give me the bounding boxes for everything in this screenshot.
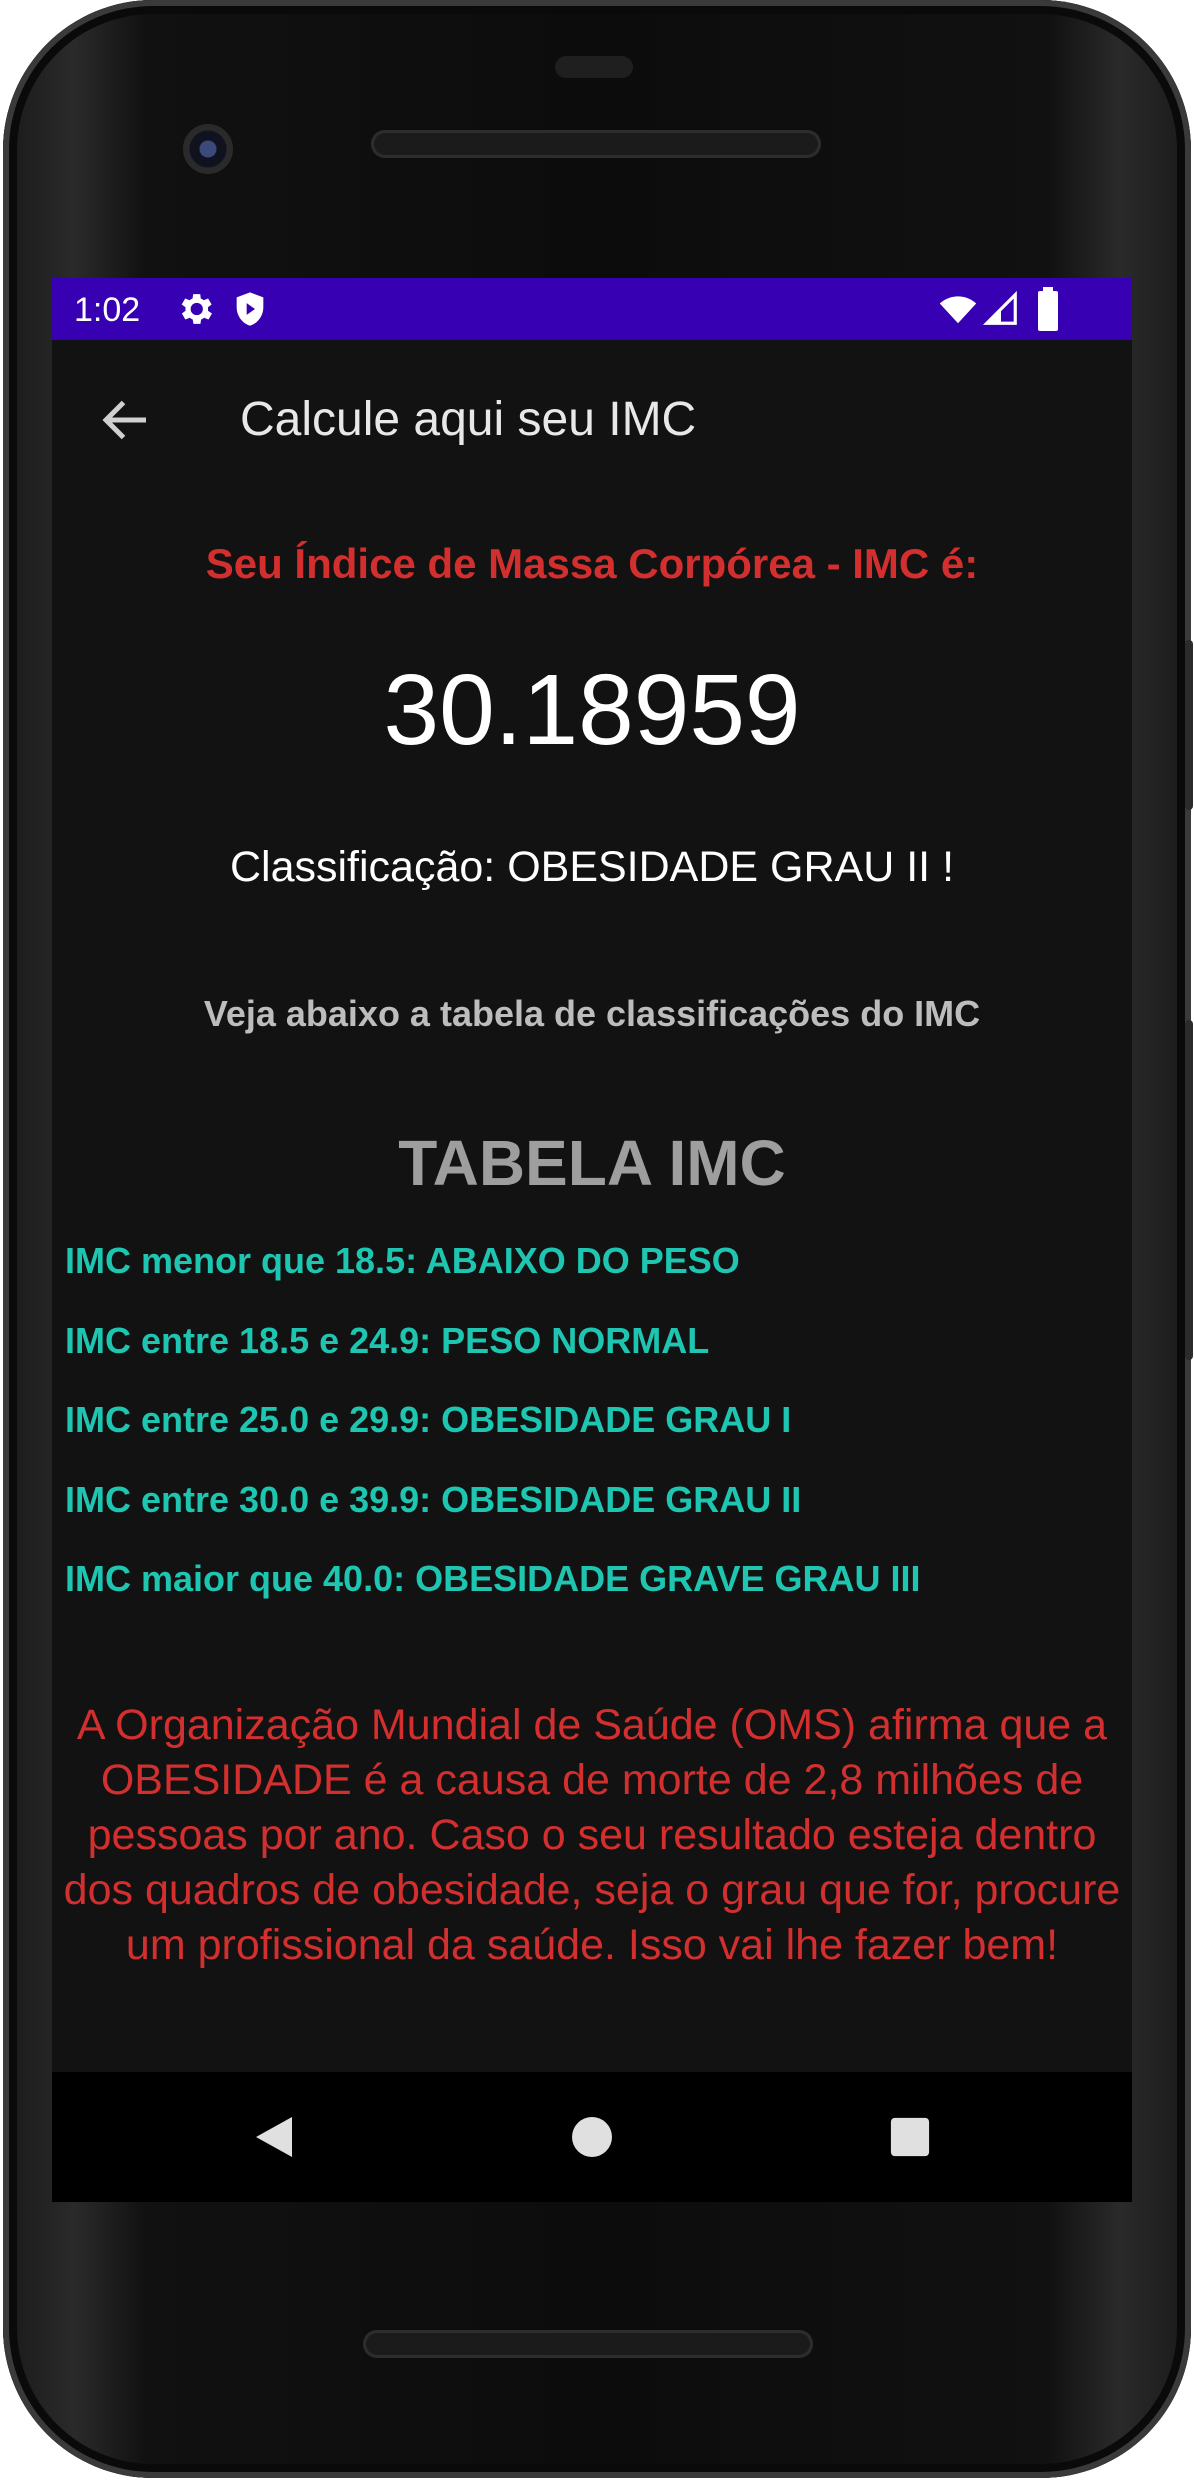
status-time: 1:02 [74, 291, 141, 329]
table-row: IMC menor que 18.5: ABAIXO DO PESO [65, 1240, 740, 1281]
home-circle-icon[interactable] [532, 2072, 652, 2202]
volume-button [1185, 1020, 1193, 1360]
table-row: IMC maior que 40.0: OBESIDADE GRAVE GRAU… [65, 1558, 921, 1599]
table-row: IMC entre 18.5 e 24.9: PESO NORMAL [65, 1320, 710, 1361]
see-below-text: Veja abaixo a tabela de classificações d… [203, 993, 981, 1034]
oms-warning-text: A Organização Mundial de Saúde (OMS) afi… [63, 1701, 1121, 1969]
navigation-bar [52, 2072, 1132, 2202]
shield-icon [230, 288, 270, 335]
front-camera-icon [183, 124, 233, 174]
imc-value: 30.18959 [383, 654, 801, 766]
imc-heading: Seu Índice de Massa Corpórea - IMC é: [205, 540, 979, 587]
app-screen: 1:02 Calcule aqui seu IMC Seu Índice de … [52, 278, 1132, 2072]
back-triangle-icon[interactable] [214, 2072, 334, 2202]
arrow-back-icon[interactable] [96, 390, 156, 450]
battery-icon [1036, 287, 1060, 336]
signal-icon [982, 290, 1020, 333]
top-speaker-grille [371, 130, 821, 158]
classification-text: Classificação: OBESIDADE GRAU II ! [229, 843, 955, 891]
power-button [1185, 640, 1193, 810]
app-bar: Calcule aqui seu IMC [52, 340, 1132, 490]
table-row: IMC entre 25.0 e 29.9: OBESIDADE GRAU I [65, 1399, 792, 1440]
earpiece [555, 56, 633, 78]
bottom-speaker-grille [363, 2330, 813, 2358]
recents-square-icon[interactable] [850, 2072, 970, 2202]
app-title: Calcule aqui seu IMC [240, 393, 697, 446]
settings-icon [174, 288, 216, 335]
table-title: TABELA IMC [398, 1127, 786, 1199]
table-row: IMC entre 30.0 e 39.9: OBESIDADE GRAU II [65, 1479, 802, 1520]
status-bar: 1:02 [52, 278, 1132, 340]
wifi-icon [938, 290, 978, 333]
